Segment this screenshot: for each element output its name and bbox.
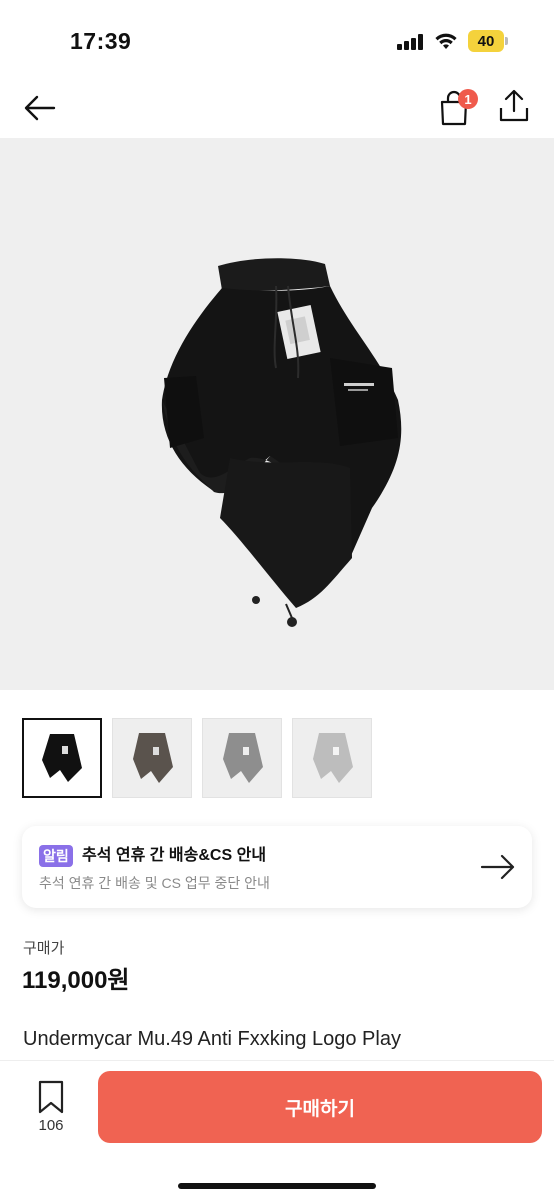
wifi-icon <box>435 33 457 49</box>
signal-icon <box>397 34 425 50</box>
notice-tag: 알림 <box>39 845 73 867</box>
thumbnail-light-grey[interactable] <box>292 718 372 798</box>
product-image[interactable] <box>0 138 554 690</box>
arrow-right-icon <box>480 854 515 880</box>
status-bar: 17:39 40 <box>0 0 554 80</box>
bookmark-icon <box>38 1080 64 1114</box>
product-title: Undermycar Mu.49 Anti Fxxking Logo Play <box>23 1028 401 1050</box>
price-label: 구매가 <box>23 940 65 957</box>
bookmark-count: 106 <box>38 1117 64 1134</box>
buy-button[interactable]: 구매하기 <box>98 1071 542 1143</box>
battery-level: 40 <box>468 30 504 52</box>
notice-subtitle: 추석 연휴 간 배송 및 CS 업무 중단 안내 <box>39 875 270 891</box>
home-indicator <box>178 1183 376 1189</box>
notice-title: 추석 연휴 간 배송&CS 안내 <box>82 847 267 864</box>
price-value: 119,000원 <box>22 967 130 994</box>
thumbnail-brown[interactable] <box>112 718 192 798</box>
share-icon[interactable] <box>494 86 534 126</box>
notice-banner[interactable]: 알림 추석 연휴 간 배송&CS 안내 추석 연휴 간 배송 및 CS 업무 중… <box>22 826 532 908</box>
thumbnail-black[interactable] <box>22 718 102 798</box>
status-time: 17:39 <box>70 28 132 54</box>
back-arrow-icon[interactable] <box>20 88 60 128</box>
bookmark-button[interactable]: 106 <box>28 1079 74 1139</box>
thumbnail-grey[interactable] <box>202 718 282 798</box>
cart-badge: 1 <box>458 89 478 109</box>
bottom-bar: 106 구매하기 <box>0 1060 554 1200</box>
battery-icon: 40 <box>468 30 508 52</box>
pants-illustration <box>161 258 402 627</box>
